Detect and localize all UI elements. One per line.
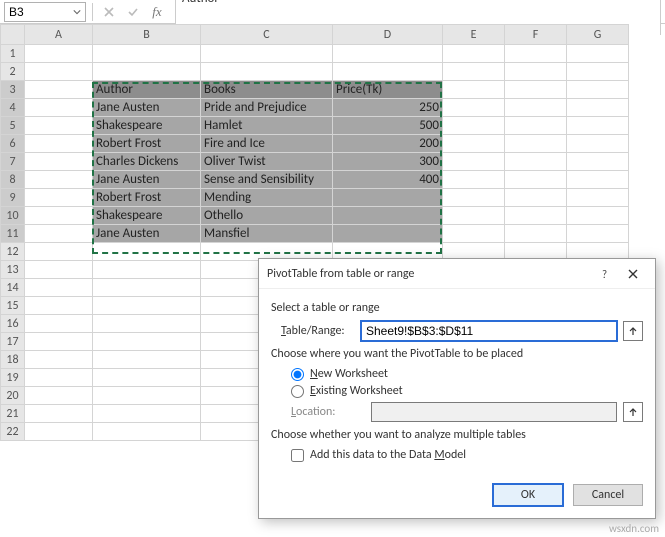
col-header-A[interactable]: A [25, 25, 93, 45]
table-cell[interactable]: Hamlet [201, 117, 333, 135]
pivot-table-dialog: PivotTable from table or range ? Select … [258, 258, 656, 519]
location-label: Location: [291, 405, 365, 419]
dialog-titlebar[interactable]: PivotTable from table or range ? [259, 259, 655, 289]
table-cell[interactable]: Charles Dickens [93, 153, 201, 171]
table-cell[interactable] [333, 189, 443, 207]
row-header[interactable]: 14 [1, 279, 25, 297]
table-cell[interactable]: Mending [201, 189, 333, 207]
ok-button[interactable]: OK [493, 484, 563, 506]
cancel-button[interactable]: Cancel [573, 484, 643, 506]
formula-enter-icon[interactable] [123, 2, 143, 22]
row-header[interactable]: 22 [1, 423, 25, 441]
table-cell[interactable]: 300 [333, 153, 443, 171]
radio-existing-worksheet[interactable]: Existing Worksheet [291, 384, 643, 398]
name-box-dropdown[interactable] [69, 8, 85, 16]
row-header[interactable]: 2 [1, 63, 25, 81]
table-cell[interactable]: Sense and Sensibility [201, 171, 333, 189]
formula-cancel-icon[interactable] [99, 2, 119, 22]
range-picker-button[interactable] [623, 321, 643, 341]
row-header[interactable]: 12 [1, 243, 25, 261]
dialog-close-button[interactable] [619, 263, 647, 285]
separator [92, 3, 93, 21]
table-cell[interactable] [333, 207, 443, 225]
formula-bar-text: Author [182, 0, 219, 6]
row-header[interactable]: 21 [1, 405, 25, 423]
table-cell[interactable]: Jane Austen [93, 171, 201, 189]
row-header[interactable]: 13 [1, 261, 25, 279]
col-header-B[interactable]: B [93, 25, 201, 45]
dialog-help-button[interactable]: ? [591, 263, 619, 285]
table-cell[interactable] [333, 225, 443, 243]
radio-existing-worksheet-input[interactable] [291, 385, 304, 398]
checkbox-data-model-input[interactable] [291, 449, 304, 462]
row-header[interactable]: 7 [1, 153, 25, 171]
table-cell[interactable]: Mansfiel [201, 225, 333, 243]
dialog-title: PivotTable from table or range [267, 267, 591, 281]
range-label: Table/Range: [281, 324, 355, 338]
row-header[interactable]: 5 [1, 117, 25, 135]
section-select-range: Select a table or range [271, 301, 643, 315]
table-cell[interactable]: Robert Frost [93, 189, 201, 207]
table-cell[interactable]: Othello [201, 207, 333, 225]
row-header[interactable]: 19 [1, 369, 25, 387]
row-header[interactable]: 1 [1, 45, 25, 63]
select-all-corner[interactable] [1, 25, 25, 45]
section-placement: Choose where you want the PivotTable to … [271, 347, 643, 361]
table-cell[interactable]: Jane Austen [93, 99, 201, 117]
col-header-F[interactable]: F [505, 25, 567, 45]
row-header[interactable]: 17 [1, 333, 25, 351]
table-cell[interactable]: Oliver Twist [201, 153, 333, 171]
table-cell[interactable]: Shakespeare [93, 117, 201, 135]
name-box[interactable] [4, 2, 86, 22]
formula-bar-row: fx Author [0, 0, 665, 24]
table-range-input[interactable] [361, 321, 617, 341]
table-cell[interactable]: 500 [333, 117, 443, 135]
table-cell[interactable]: Jane Austen [93, 225, 201, 243]
checkbox-data-model[interactable]: Add this data to the Data Model [291, 448, 643, 462]
col-header-C[interactable]: C [201, 25, 333, 45]
radio-new-worksheet[interactable]: New Worksheet [291, 367, 643, 381]
table-header-cell[interactable]: Author [93, 81, 201, 99]
row-header[interactable]: 16 [1, 315, 25, 333]
row-header[interactable]: 6 [1, 135, 25, 153]
row-header[interactable]: 8 [1, 171, 25, 189]
radio-new-worksheet-input[interactable] [291, 368, 304, 381]
table-cell[interactable]: 250 [333, 99, 443, 117]
row-header[interactable]: 18 [1, 351, 25, 369]
row-header[interactable]: 3 [1, 81, 25, 99]
table-cell[interactable]: 200 [333, 135, 443, 153]
table-cell[interactable]: Shakespeare [93, 207, 201, 225]
row-header[interactable]: 9 [1, 189, 25, 207]
section-multiple-tables: Choose whether you want to analyze multi… [271, 428, 643, 442]
row-header[interactable]: 20 [1, 387, 25, 405]
location-picker-button[interactable] [623, 402, 643, 422]
row-header[interactable]: 15 [1, 297, 25, 315]
insert-function-icon[interactable]: fx [147, 2, 167, 22]
row-header[interactable]: 10 [1, 207, 25, 225]
col-header-E[interactable]: E [443, 25, 505, 45]
row-header[interactable]: 11 [1, 225, 25, 243]
col-header-G[interactable]: G [567, 25, 629, 45]
watermark: wsxdn.com [609, 522, 659, 535]
location-input [371, 402, 617, 422]
table-cell[interactable]: Robert Frost [93, 135, 201, 153]
table-cell[interactable]: Pride and Prejudice [201, 99, 333, 117]
row-header[interactable]: 4 [1, 99, 25, 117]
svg-text:?: ? [602, 268, 607, 280]
table-header-cell[interactable]: Books [201, 81, 333, 99]
table-header-cell[interactable]: Price(Tk) [333, 81, 443, 99]
col-header-D[interactable]: D [333, 25, 443, 45]
table-cell[interactable]: Fire and Ice [201, 135, 333, 153]
name-box-input[interactable] [5, 3, 69, 21]
table-cell[interactable]: 400 [333, 171, 443, 189]
